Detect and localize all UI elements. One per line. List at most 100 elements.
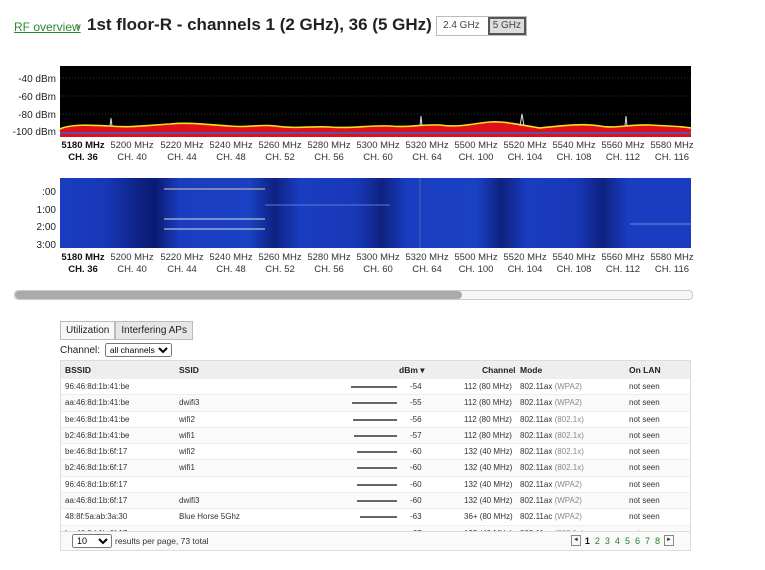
col-ssid[interactable]: SSID xyxy=(179,365,199,375)
col-bssid[interactable]: BSSID xyxy=(65,365,91,375)
freq-tick: 5540 MHz CH. 108 xyxy=(552,252,596,275)
freq-tick: 5320 MHz CH. 64 xyxy=(405,252,449,275)
cell-dbm: -60 xyxy=(410,447,422,457)
cell-onlan: not seen xyxy=(629,512,660,522)
signal-bar xyxy=(352,402,397,405)
time-label-0: :00 xyxy=(42,187,56,198)
col-mode[interactable]: Mode xyxy=(520,365,542,375)
cell-ssid: Blue Horse 5Ghz xyxy=(179,512,240,522)
col-onlan[interactable]: On LAN xyxy=(629,365,661,375)
tab-utilization[interactable]: Utilization xyxy=(60,321,116,340)
table-row[interactable]: 48:8f:5a:ab:3a:30 Blue Horse 5Ghz -63 36+ (… xyxy=(61,508,690,524)
table-row[interactable]: aa:46:8d:1b:6f:17 dwifi3 -60 132 (40 MHz) 80… xyxy=(61,492,690,509)
y-label-100: -100 dBm xyxy=(12,127,56,138)
page-link-4[interactable]: 4 xyxy=(615,536,620,546)
interfering-aps-table: BSSID SSID dBm ▾ Channel Mode On LAN 96:… xyxy=(60,360,691,542)
freq-tick: 5220 MHz CH. 44 xyxy=(160,140,204,163)
table-header: BSSID SSID dBm ▾ Channel Mode On LAN xyxy=(61,361,690,378)
spectrum-plot xyxy=(60,66,691,137)
y-label-80: -80 dBm xyxy=(18,110,56,121)
cell-dbm: -63 xyxy=(410,512,422,522)
freq-tick: 5220 MHz CH. 44 xyxy=(160,252,204,275)
cell-bssid: 96:46:8d:1b:41:be xyxy=(65,382,130,391)
cell-dbm: -55 xyxy=(410,398,422,408)
cell-channel: 112 (80 MHz) xyxy=(464,430,512,440)
page-link-1[interactable]: 1 xyxy=(585,536,590,546)
pagination: ◄ 12345678 ► xyxy=(570,535,674,546)
freq-tick: 5200 MHz CH. 40 xyxy=(110,252,154,275)
y-label-40: -40 dBm xyxy=(18,74,56,85)
freq-tick: 5580 MHz CH. 116 xyxy=(650,252,694,275)
cell-mode: 802.11ax (WPA2) xyxy=(520,496,582,506)
waterfall-plot xyxy=(60,178,691,248)
cell-onlan: not seen xyxy=(629,398,660,408)
freq-tick: 5280 MHz CH. 56 xyxy=(307,252,351,275)
tab-interfering-aps[interactable]: Interfering APs xyxy=(115,321,193,340)
freq-tick: 5180 MHz CH. 36 xyxy=(61,252,105,275)
cell-bssid: be:46:8d:1b:6f:17 xyxy=(65,447,128,457)
col-dbm[interactable]: dBm ▾ xyxy=(399,365,425,376)
freq-tick: 5260 MHz CH. 52 xyxy=(258,140,302,163)
cell-channel: 132 (40 MHz) xyxy=(464,479,513,489)
cell-bssid: be:46:8d:1b:41:be xyxy=(65,414,130,424)
band-5ghz-button[interactable]: 5 GHz xyxy=(487,17,527,35)
cell-channel: 112 (80 MHz) xyxy=(464,382,512,391)
channel-filter-label: Channel: xyxy=(60,345,101,356)
cell-onlan: not seen xyxy=(629,447,660,457)
table-row[interactable]: be:46:8d:1b:6f:17 wifi2 -60 132 (40 MHz) 802… xyxy=(61,443,690,459)
cell-ssid: wifi1 xyxy=(179,430,196,440)
table-row[interactable]: be:46:8d:1b:41:be wifi2 -56 112 (80 MHz) 802… xyxy=(61,410,690,427)
page-link-5[interactable]: 5 xyxy=(625,536,630,546)
page-link-3[interactable]: 3 xyxy=(605,536,610,546)
page-link-7[interactable]: 7 xyxy=(645,536,650,546)
table-row[interactable]: 96:46:8d:1b:41:be -54 112 (80 MHz) 802.11ax… xyxy=(61,378,690,394)
freq-tick: 5520 MHz CH. 104 xyxy=(503,252,547,275)
scrollbar-thumb[interactable] xyxy=(15,291,462,299)
per-page-select[interactable]: 10 xyxy=(72,534,112,548)
prev-page-button[interactable]: ◄ xyxy=(570,535,581,546)
table-row[interactable]: b2:46:8d:1b:6f:17 wifi1 -60 132 (40 MHz) 802… xyxy=(61,459,690,476)
freq-tick: 5240 MHz CH. 48 xyxy=(209,252,253,275)
signal-bar xyxy=(357,500,397,503)
cell-mode: 802.11ax (802.1x) xyxy=(520,430,584,440)
freq-axis-bottom: 5180 MHz CH. 36 5200 MHz CH. 40 5220 MHz CH… xyxy=(60,252,700,276)
freq-tick: 5560 MHz CH. 112 xyxy=(601,140,645,163)
cell-bssid: b2:46:8d:1b:41:be xyxy=(65,430,130,440)
cell-mode: 802.11ax (802.1x) xyxy=(520,463,584,473)
cell-mode: 802.11ax (WPA2) xyxy=(520,398,582,408)
table-row[interactable]: 96:46:8d:1b:6f:17 -60 132 (40 MHz) 802.11ax… xyxy=(61,475,690,492)
page-link-2[interactable]: 2 xyxy=(595,536,600,546)
cell-channel: 112 (80 MHz) xyxy=(464,414,512,424)
horizontal-scrollbar[interactable] xyxy=(14,290,693,300)
cell-bssid: aa:46:8d:1b:6f:17 xyxy=(65,496,128,506)
table-row[interactable]: aa:46:8d:1b:41:be dwifi3 -55 112 (80 MHz) 80… xyxy=(61,394,690,411)
signal-bar xyxy=(351,386,397,388)
breadcrumb-rf-overview[interactable]: RF overview xyxy=(14,20,81,34)
cell-dbm: -57 xyxy=(410,430,422,440)
freq-tick: 5180 MHz CH. 36 xyxy=(61,140,105,163)
cell-bssid: aa:46:8d:1b:41:be xyxy=(65,398,130,408)
cell-ssid: dwifi3 xyxy=(179,496,200,506)
signal-bar xyxy=(357,483,397,486)
time-label-2: 2:00 xyxy=(36,222,56,233)
cell-dbm: -56 xyxy=(410,414,422,424)
freq-tick: 5500 MHz CH. 100 xyxy=(454,140,498,163)
freq-axis-top: 5180 MHz CH. 36 5200 MHz CH. 40 5220 MHz CH… xyxy=(60,140,700,164)
page-header: RF overview › 1st floor-R - channels 1 (… xyxy=(14,14,754,40)
next-page-button[interactable]: ► xyxy=(664,535,674,546)
signal-bar xyxy=(354,434,397,437)
page-link-6[interactable]: 6 xyxy=(635,536,640,546)
col-channel[interactable]: Channel xyxy=(482,365,516,375)
cell-onlan: not seen xyxy=(629,414,660,424)
y-label-60: -60 dBm xyxy=(18,92,56,103)
table-row[interactable]: b2:46:8d:1b:41:be wifi1 -57 112 (80 MHz) 802… xyxy=(61,426,690,444)
channel-select[interactable]: all channels xyxy=(104,343,172,357)
cell-mode: 802.11ax (WPA2) xyxy=(520,479,582,489)
signal-bar xyxy=(360,516,397,519)
signal-bar xyxy=(353,418,397,421)
cell-mode: 802.11ac (WPA2) xyxy=(520,512,582,522)
page-link-8[interactable]: 8 xyxy=(655,536,660,546)
band-2-4ghz-button[interactable]: 2.4 GHz xyxy=(437,17,486,35)
cell-bssid: 48:8f:5a:ab:3a:30 xyxy=(65,512,128,522)
cell-ssid: dwifi3 xyxy=(179,398,200,408)
